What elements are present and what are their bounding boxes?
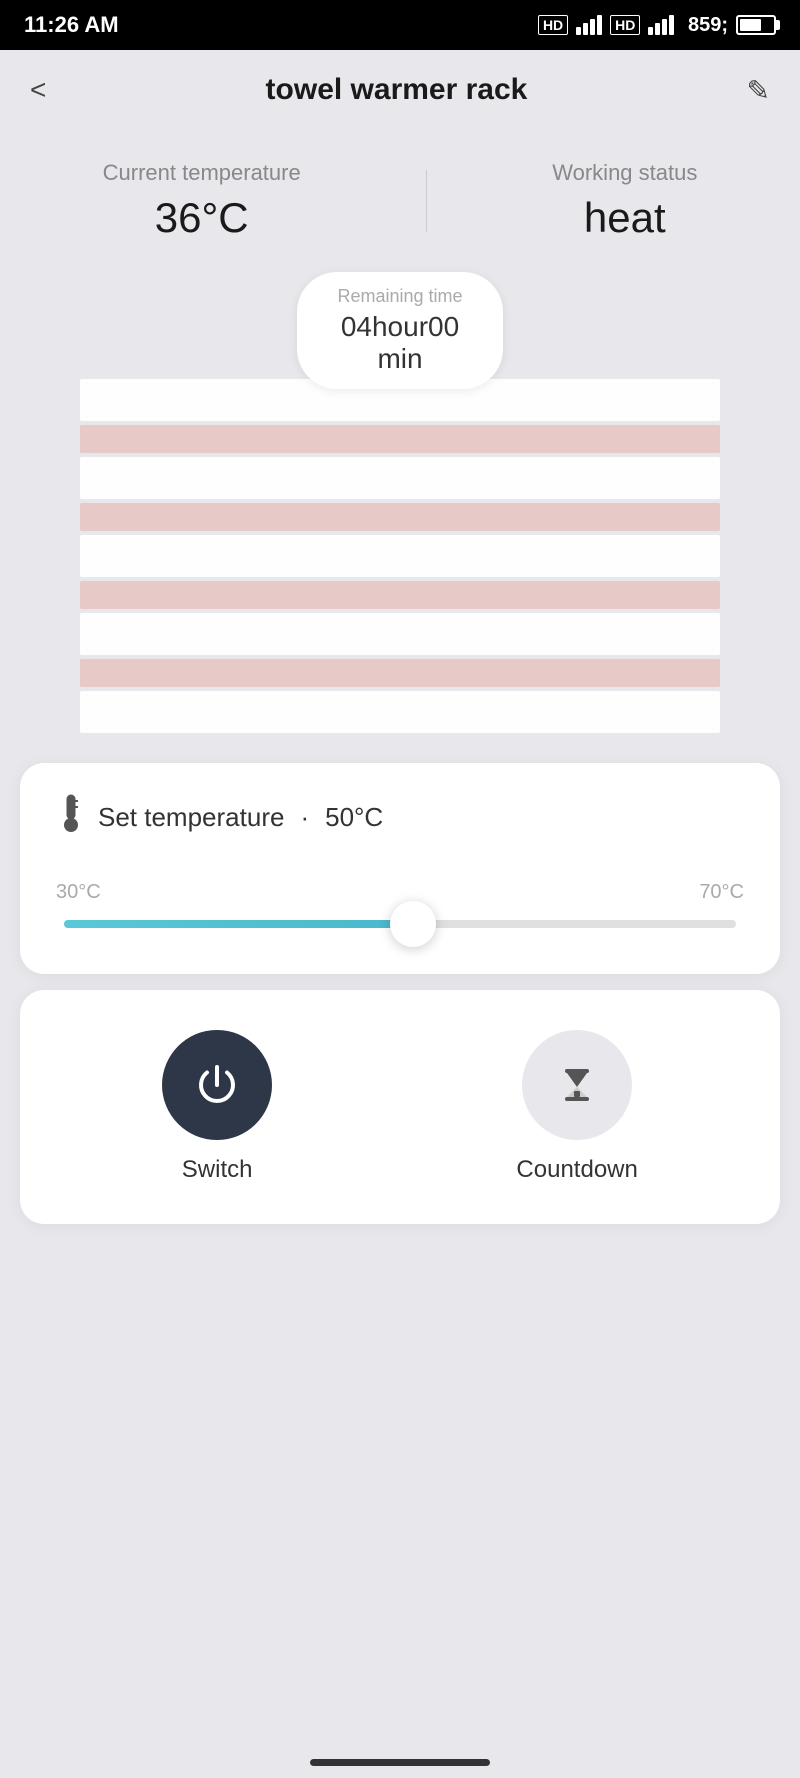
- rack-bar-warm-1: [80, 425, 720, 453]
- working-status-value: heat: [552, 194, 697, 242]
- power-icon: [191, 1059, 243, 1111]
- towel-rack-visual: [80, 379, 720, 733]
- signal-bars-1: [576, 15, 602, 35]
- status-time: 11:26 AM: [24, 12, 119, 38]
- temp-set-value: 50°C: [325, 802, 383, 833]
- working-status-label: Working status: [552, 160, 697, 186]
- temp-header: Set temperature · 50°C: [56, 793, 744, 841]
- current-temp-stat: Current temperature 36°C: [103, 160, 301, 242]
- current-temp-value: 36°C: [103, 194, 301, 242]
- header: < towel warmer rack ✎: [0, 50, 800, 130]
- slider-max-label: 70°C: [699, 881, 744, 904]
- remaining-label: Remaining time: [337, 286, 462, 307]
- slider-labels: 30°C 70°C: [56, 881, 744, 904]
- temp-title: Set temperature: [98, 802, 284, 833]
- rack-bar-warm-4: [80, 659, 720, 687]
- stats-divider: [426, 170, 427, 232]
- status-bar: 11:26 AM HD HD  859;: [0, 0, 800, 50]
- wifi-icon:  859;: [682, 14, 728, 37]
- page-title: towel warmer rack: [266, 73, 528, 107]
- temperature-card: Set temperature · 50°C 30°C 70°C: [20, 763, 780, 974]
- countdown-button[interactable]: [522, 1030, 632, 1140]
- status-icons: HD HD  859;: [538, 14, 776, 37]
- countdown-control[interactable]: Countdown: [516, 1030, 637, 1184]
- temp-dot: ·: [300, 802, 309, 833]
- rack-bar-5: [80, 691, 720, 733]
- countdown-label: Countdown: [516, 1156, 637, 1184]
- stats-section: Current temperature 36°C Working status …: [0, 130, 800, 262]
- controls-card: Switch Countdown: [20, 990, 780, 1224]
- hd-badge: HD: [538, 15, 568, 35]
- switch-button[interactable]: [162, 1030, 272, 1140]
- rack-bar-3: [80, 535, 720, 577]
- remaining-section: Remaining time 04hour00min: [0, 272, 800, 389]
- hourglass-icon: [555, 1063, 599, 1107]
- current-temp-label: Current temperature: [103, 160, 301, 186]
- rack-bar-warm-2: [80, 503, 720, 531]
- signal-bars-2: [648, 15, 674, 35]
- switch-label: Switch: [182, 1156, 253, 1184]
- edit-button[interactable]: ✎: [747, 74, 770, 107]
- rack-bar-4: [80, 613, 720, 655]
- slider-fill: [64, 920, 413, 928]
- rack-bar-warm-3: [80, 581, 720, 609]
- temperature-slider-container: 30°C 70°C: [56, 871, 744, 938]
- battery-icon: [736, 15, 776, 35]
- remaining-value: 04hour00min: [337, 311, 462, 375]
- home-indicator: [310, 1759, 490, 1766]
- remaining-pill: Remaining time 04hour00min: [297, 272, 502, 389]
- rack-bar-2: [80, 457, 720, 499]
- slider-thumb[interactable]: [390, 901, 436, 947]
- slider-track[interactable]: [64, 920, 736, 928]
- hd-badge-2: HD: [610, 15, 640, 35]
- switch-control[interactable]: Switch: [162, 1030, 272, 1184]
- working-status-stat: Working status heat: [552, 160, 697, 242]
- back-button[interactable]: <: [30, 74, 46, 106]
- slider-min-label: 30°C: [56, 881, 101, 904]
- thermometer-icon: [56, 793, 86, 841]
